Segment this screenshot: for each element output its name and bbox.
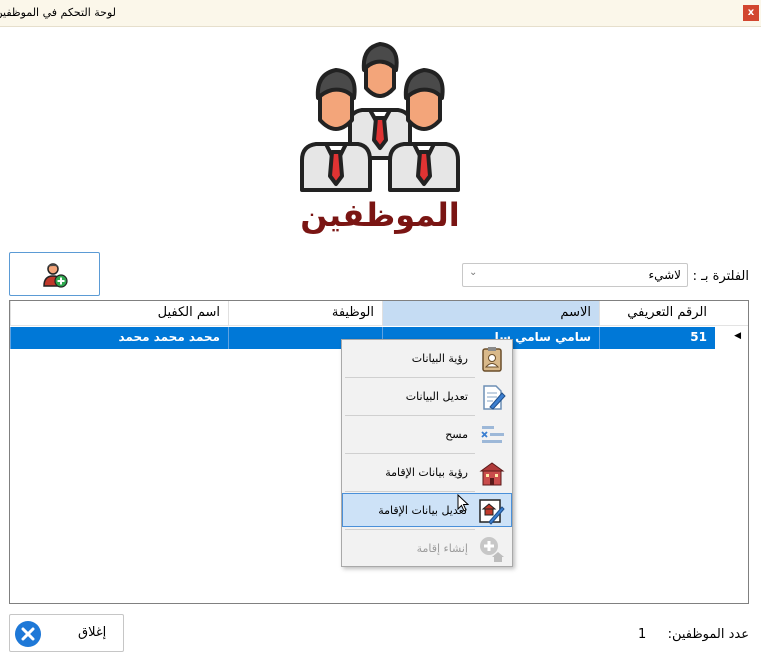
window-title: لوحة التحكم في الموظفين: [0, 6, 116, 19]
employee-count-value: 1: [638, 627, 647, 642]
menu-separator: [345, 491, 475, 492]
window-close-button[interactable]: x: [743, 5, 759, 21]
menu-separator: [345, 453, 475, 454]
mouse-cursor-icon: [457, 494, 469, 512]
delete-list-icon: [481, 426, 504, 443]
close-button-label: إغلاق: [78, 625, 107, 640]
id-card-icon: [482, 347, 502, 372]
menu-item-edit-data[interactable]: تعديل البيانات: [342, 380, 512, 414]
menu-separator: [345, 415, 475, 416]
filter-dropdown[interactable]: لاشيء ⌄: [462, 263, 688, 287]
close-circle-icon: [15, 621, 41, 647]
menu-item-label: رؤية البيانات: [411, 352, 468, 365]
menu-item-label: مسح: [445, 428, 468, 441]
filter-selected-value: لاشيء: [648, 268, 681, 282]
row-header-corner: [715, 301, 748, 326]
menu-separator: [345, 529, 475, 530]
menu-separator: [345, 377, 475, 378]
building-icon: [479, 462, 505, 486]
column-header-name[interactable]: الاسم: [382, 301, 599, 326]
table-header: الرقم التعريفي الاسم الوظيفة اسم الكفيل: [10, 301, 748, 326]
edit-document-icon: [483, 385, 506, 410]
menu-item-view-data[interactable]: رؤية البيانات: [342, 342, 512, 376]
row-pointer-icon: ◀: [734, 331, 741, 341]
close-button[interactable]: إغلاق: [9, 614, 124, 652]
menu-item-edit-residence[interactable]: تعديل بيانات الإقامة: [342, 493, 512, 527]
menu-item-delete[interactable]: مسح: [342, 418, 512, 452]
filter-label: الفلترة بـ :: [692, 269, 749, 284]
cell-sponsor[interactable]: محمد محمد محمد: [10, 327, 228, 349]
add-employee-button[interactable]: [9, 252, 100, 296]
column-header-job[interactable]: الوظيفة: [228, 301, 382, 326]
menu-item-view-residence[interactable]: رؤية بيانات الإقامة: [342, 456, 512, 490]
menu-item-label: رؤية بيانات الإقامة: [385, 466, 468, 479]
cell-id[interactable]: 51: [599, 327, 715, 349]
page-title: الموظفين: [300, 196, 460, 234]
menu-item-create-residence[interactable]: إنشاء إقامة: [342, 532, 512, 566]
add-user-icon: [43, 263, 68, 288]
title-bar: لوحة التحكم في الموظفين x: [0, 0, 761, 27]
menu-item-label: إنشاء إقامة: [416, 542, 468, 555]
chevron-down-icon: ⌄: [469, 267, 478, 278]
add-residence-icon: [480, 537, 504, 562]
column-header-id[interactable]: الرقم التعريفي: [599, 301, 715, 326]
row-header[interactable]: ◀: [715, 327, 748, 349]
column-header-sponsor[interactable]: اسم الكفيل: [10, 301, 228, 326]
employees-group-icon: [300, 42, 460, 192]
context-menu: رؤية البيانات تعديل البيانات مسح رؤية بي…: [341, 339, 513, 567]
menu-item-label: تعديل بيانات الإقامة: [378, 504, 467, 517]
menu-item-label: تعديل البيانات: [405, 390, 468, 403]
edit-residence-icon: [479, 499, 505, 525]
employee-count-label: عدد الموظفين:: [667, 627, 749, 642]
